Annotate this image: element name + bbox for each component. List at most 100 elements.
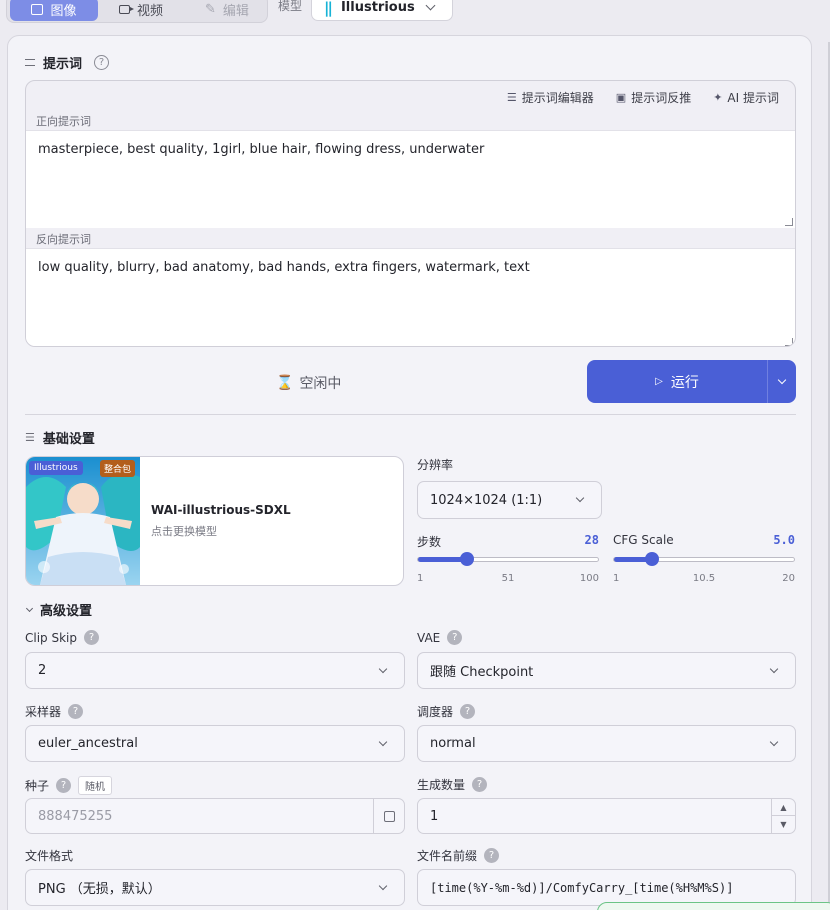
tab-edit-label: 编辑	[222, 3, 249, 19]
prompt-editor-button[interactable]: ☰ 提示词编辑器	[507, 89, 594, 106]
seed-random-toggle[interactable]: 随机	[78, 776, 113, 795]
negative-prompt-label: 反向提示词	[36, 233, 91, 246]
cfg-mid: 10.5	[692, 573, 716, 584]
cfg-slider[interactable]: CFG Scale 5.0 1 10.5 20	[613, 533, 795, 584]
batch-field-label: 生成数量 ?	[417, 776, 488, 793]
cfg-max: 20	[782, 573, 795, 584]
help-icon[interactable]: ?	[472, 777, 488, 792]
positive-prompt-input[interactable]: masterpiece, best quality, 1girl, blue h…	[26, 130, 795, 228]
resize-handle-icon[interactable]	[785, 218, 793, 226]
edit-icon: ✎	[205, 1, 216, 17]
play-icon: ▷	[655, 376, 663, 387]
seed-input[interactable]: 888475255	[25, 798, 405, 834]
scheduler-field-label: 调度器 ?	[417, 703, 476, 720]
model-select-value: Illustrious	[340, 0, 415, 15]
chevron-down-icon	[378, 664, 388, 674]
resize-handle-icon[interactable]	[785, 338, 793, 346]
chevron-down-icon	[769, 664, 779, 674]
scheduler-select[interactable]: normal	[417, 725, 796, 762]
run-button-group: ▷ 运行	[587, 360, 796, 403]
steps-max: 100	[579, 573, 599, 584]
vae-select[interactable]: 跟随 Checkpoint	[417, 652, 796, 689]
chevron-down-icon	[425, 0, 436, 11]
cfg-handle[interactable]	[644, 552, 659, 566]
vae-value: 跟随 Checkpoint	[430, 665, 534, 680]
top-bar: 图像 视频 ✎ 编辑 模型 || Illustrious	[0, 0, 830, 23]
prompt-toolbar: ☰ 提示词编辑器 ▣ 提示词反推 ✦ AI 提示词	[507, 89, 779, 106]
filename-prefix-input[interactable]: [time(%Y-%m-%d)]/ComfyCarry_[time(%H%M%S…	[417, 869, 796, 906]
sampler-field-label: 采样器 ?	[25, 703, 84, 720]
run-button-label: 运行	[670, 374, 699, 391]
image-search-icon: ▣	[615, 91, 627, 104]
increment-button[interactable]: ▲	[772, 799, 795, 816]
change-model-hint: 点击更换模型	[151, 525, 217, 538]
mode-tabs: 图像 视频 ✎ 编辑	[6, 0, 268, 23]
format-label: 文件格式	[25, 849, 74, 863]
chevron-down-icon	[769, 737, 779, 747]
prefix-label: 文件名前缀	[417, 849, 478, 863]
tab-image-label: 图像	[50, 3, 77, 19]
prefix-field-label: 文件名前缀 ?	[417, 847, 500, 864]
help-icon[interactable]: ?	[84, 630, 99, 645]
image-icon	[31, 3, 44, 15]
prompt-box: ☰ 提示词编辑器 ▣ 提示词反推 ✦ AI 提示词 正向提示词 masterpi…	[25, 80, 796, 347]
clip-skip-select[interactable]: 2	[25, 652, 405, 689]
negative-prompt-input[interactable]: low quality, blurry, bad anatomy, bad ha…	[26, 248, 795, 346]
randomize-seed-button[interactable]	[373, 799, 404, 833]
run-options-button[interactable]	[767, 360, 796, 403]
positive-prompt-text: masterpiece, best quality, 1girl, blue h…	[38, 142, 485, 157]
steps-mid: 51	[501, 573, 515, 584]
vae-label: VAE	[417, 630, 441, 645]
steps-slider[interactable]: 步数 28 1 51 100	[417, 533, 599, 584]
model-select[interactable]: || Illustrious	[311, 0, 453, 21]
sliders-icon: ☰	[25, 431, 35, 444]
tab-edit[interactable]: ✎ 编辑	[205, 0, 249, 21]
model-thumbnail: Illustrious 整合包	[26, 457, 140, 585]
help-icon[interactable]: ?	[68, 704, 84, 719]
sampler-select[interactable]: euler_ancestral	[25, 725, 405, 762]
model-name: WAI-illustrious-SDXL	[151, 503, 291, 517]
help-icon[interactable]: ?	[56, 778, 72, 793]
cfg-value: 5.0	[773, 533, 795, 547]
model-card[interactable]: Illustrious 整合包 WAI-illustrious-SDXL 点击更…	[25, 456, 404, 586]
run-status-text: 空闲中	[299, 376, 342, 392]
cfg-track[interactable]	[613, 552, 795, 566]
resolution-select[interactable]: 1024×1024 (1:1)	[417, 481, 602, 519]
video-icon	[119, 4, 134, 14]
tab-image[interactable]: 图像	[10, 0, 98, 21]
run-button[interactable]: ▷ 运行	[587, 360, 767, 403]
steps-min: 1	[417, 573, 424, 584]
help-icon[interactable]: ?	[460, 704, 476, 719]
steps-label: 步数	[417, 535, 442, 549]
decrement-button[interactable]: ▼	[772, 816, 795, 833]
clip-skip-field-label: Clip Skip ?	[25, 630, 99, 645]
editor-icon: ☰	[506, 91, 517, 104]
settings-panel: 提示词 ? ☰ 提示词编辑器 ▣ 提示词反推 ✦ AI 提示词 正向提示词 ma…	[7, 35, 812, 910]
steps-track[interactable]	[417, 552, 599, 566]
clip-skip-value: 2	[38, 663, 47, 678]
run-status: ⌛ 空闲中	[276, 373, 341, 393]
seed-label: 种子	[25, 779, 50, 793]
clip-skip-label: Clip Skip	[25, 630, 77, 645]
help-icon[interactable]: ?	[94, 55, 110, 70]
model-tag: Illustrious	[29, 461, 83, 475]
scheduler-label: 调度器	[417, 705, 454, 719]
cfg-label: CFG Scale	[613, 533, 674, 547]
advanced-section-toggle[interactable]: 高级设置	[25, 600, 92, 619]
file-format-select[interactable]: PNG （无损，默认）	[25, 869, 405, 906]
sampler-label: 采样器	[25, 705, 62, 719]
help-icon[interactable]: ?	[447, 630, 463, 645]
ai-prompt-button[interactable]: ✦ AI 提示词	[713, 89, 779, 106]
resolution-value: 1024×1024 (1:1)	[430, 492, 543, 508]
prompt-interrogate-button[interactable]: ▣ 提示词反推	[616, 89, 691, 106]
steps-handle[interactable]	[460, 552, 475, 566]
chevron-down-icon	[378, 737, 388, 747]
help-icon[interactable]: ?	[484, 848, 500, 863]
prompt-section-header: 提示词 ?	[25, 53, 110, 72]
chevron-down-icon	[378, 881, 388, 891]
prompt-interrogate-label: 提示词反推	[631, 91, 692, 105]
bundle-tag: 整合包	[100, 460, 136, 477]
hourglass-icon: ⌛	[276, 375, 294, 391]
tab-video[interactable]: 视频	[119, 0, 163, 21]
batch-count-input[interactable]: 1 ▲ ▼	[417, 798, 796, 834]
